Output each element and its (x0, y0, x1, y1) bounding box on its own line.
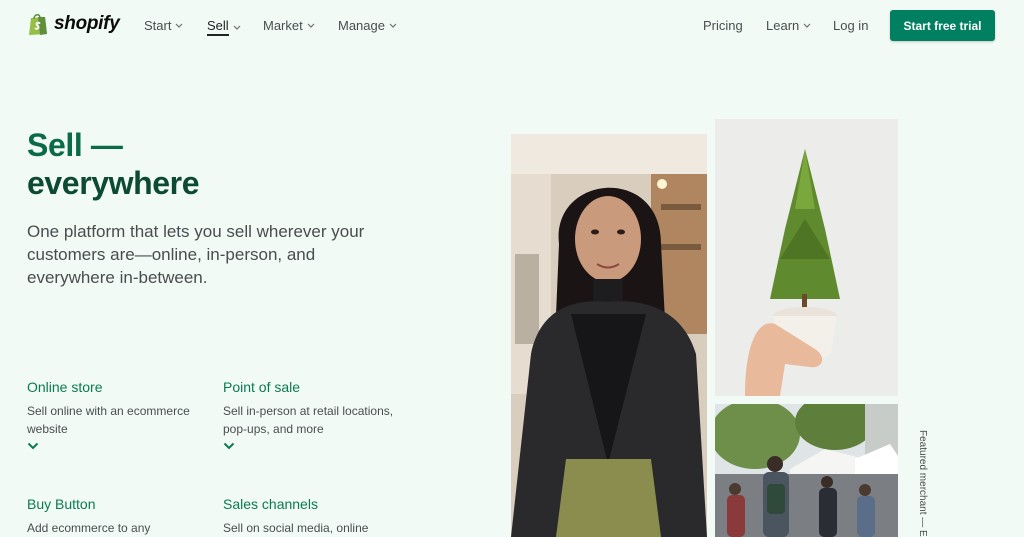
page-title-line-1: Sell — (27, 127, 123, 163)
merchant-portrait-image (511, 134, 707, 537)
chevron-down-icon (389, 23, 397, 28)
feature-online-store: Online store Sell online with an ecommer… (27, 379, 212, 450)
nav-manage[interactable]: Manage (338, 18, 397, 33)
feature-title[interactable]: Point of sale (223, 379, 408, 395)
nav-pricing-label: Pricing (703, 18, 743, 33)
nav-sell-label: Sell (207, 18, 229, 36)
hero-subtitle: One platform that lets you sell wherever… (27, 222, 365, 287)
feature-description: Sell in-person at retail locations, pop-… (223, 404, 394, 436)
feature-sales-channels: Sales channels Sell on social media, onl… (223, 496, 408, 537)
nav-learn[interactable]: Learn (766, 18, 811, 33)
feature-buy-button: Buy Button Add ecommerce to any (27, 496, 212, 537)
shopify-bag-icon (29, 13, 47, 35)
feature-description: Sell online with an ecommerce website (27, 404, 190, 436)
page-title: Sell — everywhere (27, 126, 200, 202)
nav-pricing[interactable]: Pricing (703, 18, 743, 33)
feature-point-of-sale: Point of sale Sell in-person at retail l… (223, 379, 408, 450)
nav-start-label: Start (144, 18, 172, 33)
shopify-logo[interactable]: shopify (27, 12, 120, 36)
market-crowd-image (715, 404, 898, 537)
nav-login[interactable]: Log in (833, 18, 868, 33)
feature-title[interactable]: Online store (27, 379, 212, 395)
nav-manage-label: Manage (338, 18, 385, 33)
chevron-down-icon (176, 23, 183, 28)
page-title-line-2: everywhere (27, 165, 200, 201)
featured-merchant-caption: Featured merchant — E (917, 430, 928, 537)
chevron-down-icon[interactable] (27, 442, 39, 450)
feature-title[interactable]: Sales channels (223, 496, 408, 512)
chevron-down-icon (233, 25, 241, 30)
feature-description: Add ecommerce to any (27, 521, 151, 535)
nav-start[interactable]: Start (144, 18, 183, 33)
plant-image (715, 119, 898, 396)
chevron-down-icon (803, 23, 811, 28)
nav-market[interactable]: Market (263, 18, 315, 33)
nav-sell[interactable]: Sell (207, 18, 241, 36)
logo-wordmark: shopify (54, 13, 120, 34)
top-navigation: shopify Start Sell Market Manage Pricing… (0, 0, 1024, 52)
nav-login-label: Log in (833, 18, 869, 33)
chevron-down-icon (307, 23, 315, 28)
feature-description: Sell on social media, online (223, 521, 369, 535)
feature-title[interactable]: Buy Button (27, 496, 212, 512)
start-free-trial-button[interactable]: Start free trial (890, 10, 995, 41)
nav-learn-label: Learn (766, 18, 800, 33)
nav-market-label: Market (263, 18, 303, 33)
chevron-down-icon[interactable] (223, 442, 235, 450)
